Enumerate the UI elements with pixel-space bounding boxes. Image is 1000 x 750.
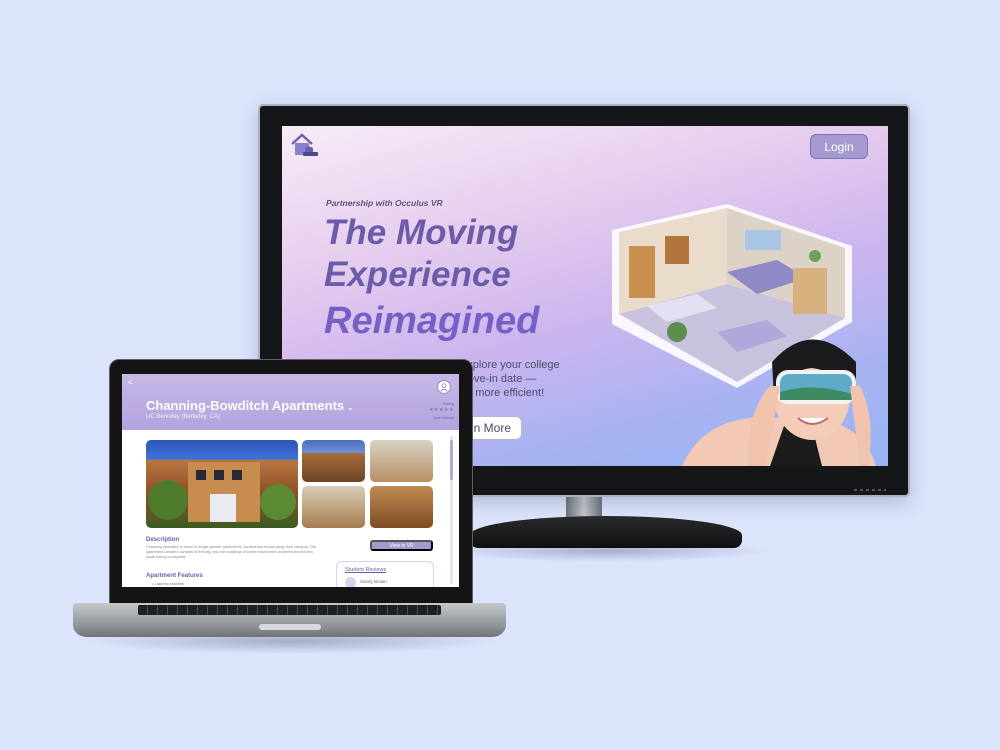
- apartment-photo-exterior[interactable]: [302, 440, 365, 482]
- laptop-screen: < Channing-Bowditch Apartments ⌄ UC Berke…: [122, 374, 459, 587]
- reviewer-name: Sandy Brown: [360, 579, 387, 584]
- profile-icon[interactable]: [437, 380, 451, 394]
- student-reviews-link[interactable]: Student Reviews: [345, 567, 386, 573]
- back-arrow-icon[interactable]: <: [128, 378, 133, 387]
- vr-headset-user-photo: [682, 339, 876, 466]
- rating-count: (see below): [433, 415, 454, 420]
- hero-line-1: The Moving: [324, 213, 519, 252]
- listing-title-text: Channing-Bowditch Apartments: [146, 398, 345, 413]
- laptop-keyboard: [138, 605, 441, 615]
- hero-subtitle: o explore your college r move-in date — …: [452, 358, 602, 400]
- subtitle-line-3: king more efficient!: [452, 387, 545, 399]
- monitor-speaker-grille: [854, 489, 886, 491]
- description-text: Channing-Bowditch is home to single-gend…: [146, 545, 317, 559]
- listing-header: < Channing-Bowditch Apartments ⌄ UC Berke…: [122, 374, 459, 430]
- rating-label: Rating: [442, 401, 454, 406]
- apartment-photo-bedroom[interactable]: [302, 486, 365, 528]
- subtitle-line-2: r move-in date —: [452, 373, 537, 385]
- feature-item: • Laundry facilities: [152, 581, 185, 586]
- listing-title[interactable]: Channing-Bowditch Apartments ⌄: [146, 398, 354, 413]
- listing-location: UC Berkeley (Berkeley, CA): [146, 414, 220, 420]
- view-in-vr-button[interactable]: View in VR: [370, 540, 433, 551]
- apartment-photo-kitchen[interactable]: [370, 440, 433, 482]
- apartment-photo-hallway[interactable]: [370, 486, 433, 528]
- laptop-opening-notch: [259, 624, 321, 630]
- description-heading: Description: [146, 537, 180, 543]
- login-button[interactable]: Login: [810, 134, 868, 159]
- rating-stars: ★★★★★: [429, 407, 454, 413]
- scrollbar-thumb[interactable]: [450, 440, 453, 480]
- reviewer-avatar: [345, 577, 356, 587]
- partnership-tagline: Partnership with Occulus VR: [326, 198, 443, 208]
- hero-heading: The Moving Experience Reimagined: [324, 212, 539, 346]
- features-heading: Apartment Features: [146, 573, 203, 579]
- hero-line-3: Reimagined: [324, 300, 540, 342]
- laptop-display: < Channing-Bowditch Apartments ⌄ UC Berke…: [109, 359, 473, 605]
- rating-summary: Rating ★★★★★ (see below): [429, 400, 454, 421]
- hero-line-2: Experience: [324, 255, 511, 294]
- house-logo-icon[interactable]: [290, 132, 322, 158]
- listing-body: Description Channing-Bowditch is home to…: [122, 430, 459, 587]
- chevron-down-icon[interactable]: ⌄: [347, 403, 354, 412]
- student-reviews-card: Student Reviews Sandy Brown: [336, 561, 434, 587]
- subtitle-line-1: o explore your college: [452, 359, 560, 371]
- main-apartment-photo[interactable]: [146, 440, 298, 528]
- monitor-stand: [470, 516, 742, 548]
- laptop-base: [73, 603, 506, 637]
